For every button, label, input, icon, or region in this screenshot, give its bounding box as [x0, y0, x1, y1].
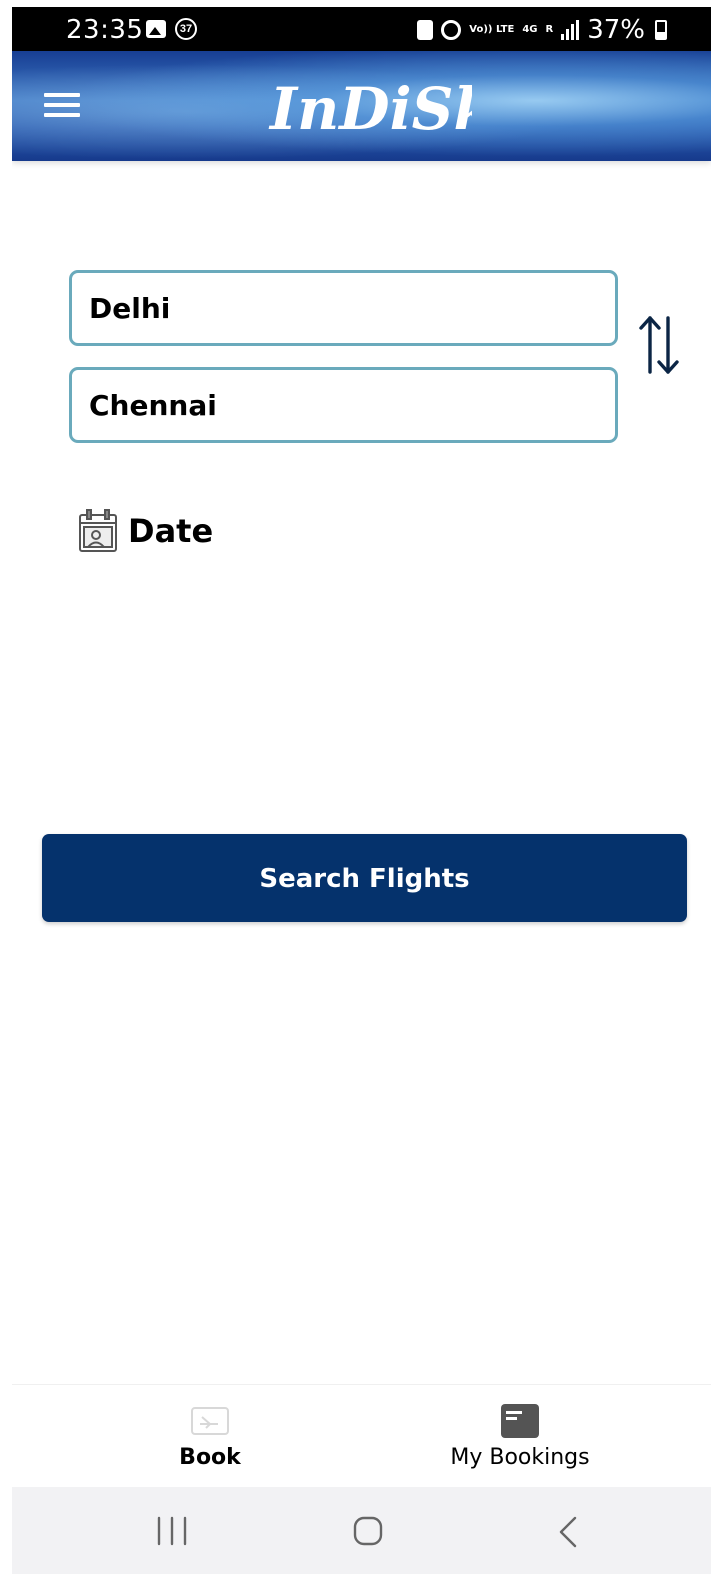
- calendar-icon: [79, 509, 117, 552]
- network-type-indicator: 4G: [522, 24, 538, 35]
- recents-icon[interactable]: [155, 1515, 189, 1547]
- hotspot-icon: [441, 20, 462, 40]
- gallery-notification-icon: [146, 20, 166, 38]
- volte-indicator: Vo)) LTE: [469, 24, 515, 35]
- nav-item-my-bookings[interactable]: My Bookings: [430, 1385, 610, 1488]
- nav-label-book: Book: [179, 1445, 241, 1470]
- battery-saver-icon: [417, 20, 434, 40]
- system-navigation-bar: [12, 1487, 711, 1574]
- status-time: 23:35: [66, 15, 144, 45]
- status-bar: 23:35 37 Vo)) LTE 4G R 37%: [12, 7, 711, 51]
- battery-icon: [655, 20, 667, 40]
- brand-logo-text: InDiSky: [268, 75, 472, 143]
- battery-percent: 37%: [587, 15, 645, 45]
- status-indicators: Vo)) LTE 4G R 37%: [417, 15, 667, 45]
- to-city-input[interactable]: [69, 367, 618, 443]
- bottom-navigation: Book My Bookings: [12, 1384, 711, 1488]
- back-icon[interactable]: [557, 1515, 579, 1549]
- flight-ticket-icon: [191, 1407, 229, 1435]
- from-city-input[interactable]: [69, 270, 618, 346]
- app-screen: 23:35 37 Vo)) LTE 4G R 37% InDiSky: [12, 7, 711, 1574]
- nav-item-book[interactable]: Book: [130, 1385, 290, 1488]
- notification-count-badge: 37: [175, 18, 197, 40]
- bookings-card-icon: [501, 1404, 539, 1438]
- nav-label-my-bookings: My Bookings: [450, 1445, 590, 1470]
- app-bar: InDiSky: [12, 51, 711, 161]
- signal-strength-icon: [561, 20, 580, 40]
- date-label: Date: [128, 512, 214, 550]
- swap-vertical-icon[interactable]: [638, 314, 680, 376]
- hamburger-menu-icon[interactable]: [44, 91, 82, 119]
- search-flights-button[interactable]: Search Flights: [42, 834, 687, 922]
- roaming-indicator: R: [545, 24, 554, 35]
- home-icon[interactable]: [352, 1515, 384, 1547]
- date-picker[interactable]: Date: [78, 507, 213, 555]
- brand-logo: InDiSky: [268, 75, 472, 143]
